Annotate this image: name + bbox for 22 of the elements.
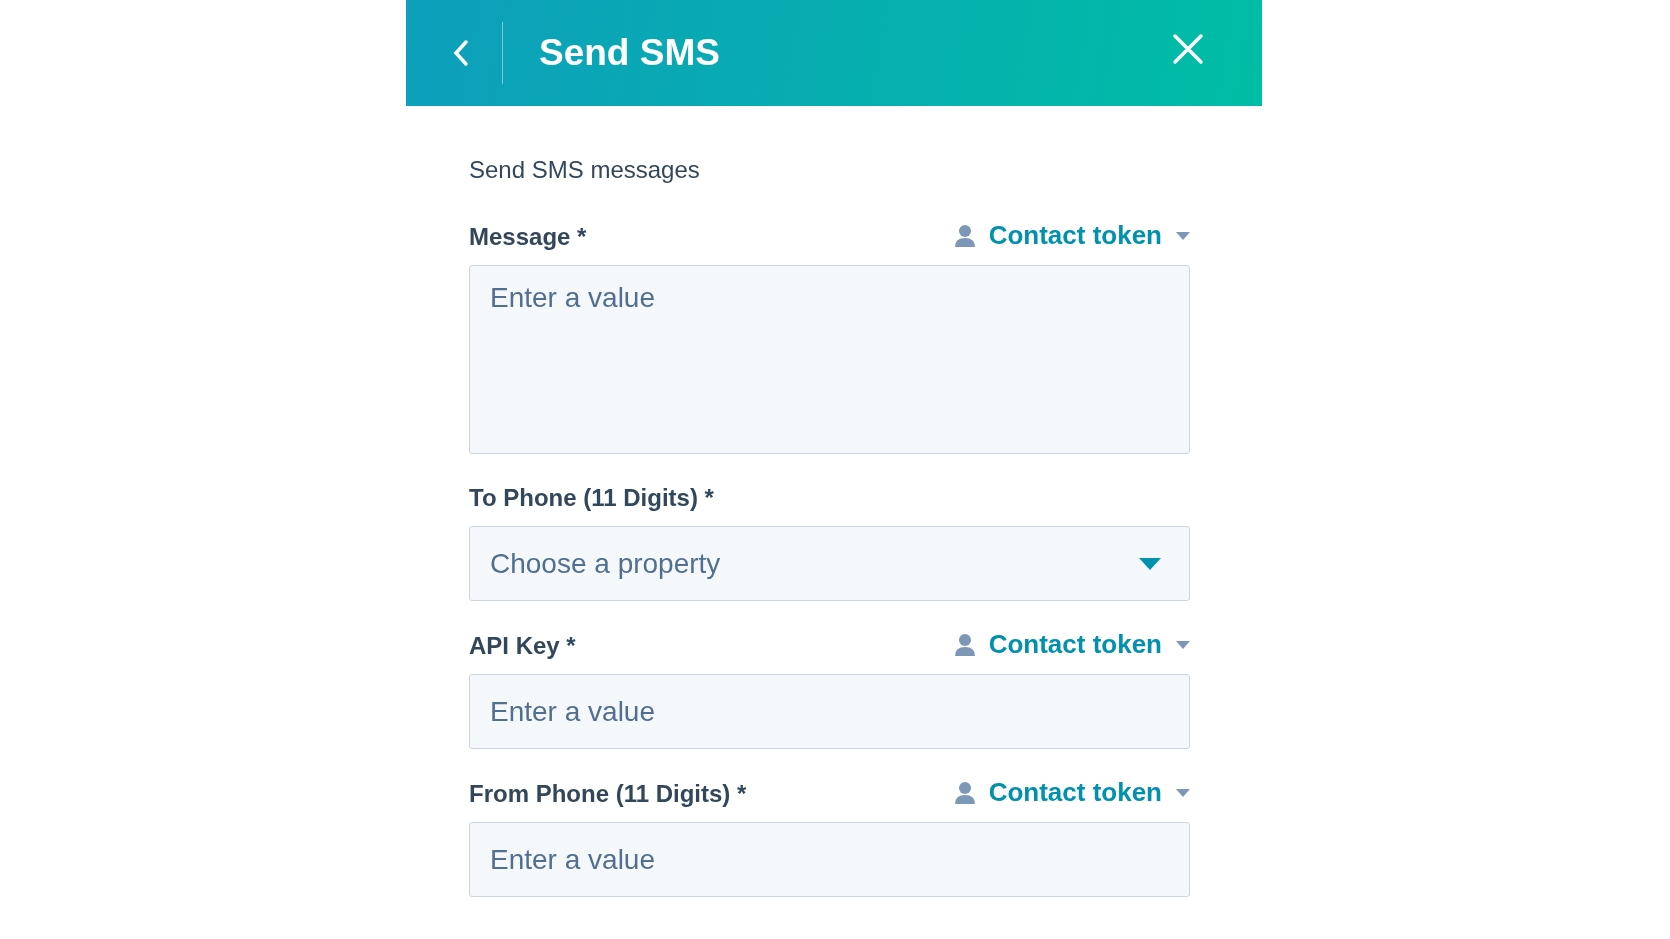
description-text: Send SMS messages — [469, 156, 701, 184]
input-field[interactable]: Enter a value — [469, 822, 1190, 897]
property-dropdown[interactable]: Choose a property — [469, 526, 1190, 601]
close-button[interactable] — [1172, 33, 1204, 65]
caret-icon — [1176, 640, 1190, 649]
person-icon — [954, 780, 975, 805]
close-icon — [1172, 33, 1204, 65]
field-label: From Phone (11 Digits) * — [469, 780, 747, 808]
field-label: API Key * — [469, 632, 576, 660]
contact-token-button[interactable]: Contact token — [954, 777, 1190, 808]
input-field[interactable]: Enter a value — [469, 674, 1190, 749]
contact-token-button[interactable]: Contact token — [954, 629, 1190, 660]
panel-title: Send SMS — [539, 32, 721, 74]
field-label: To Phone (11 Digits) * — [469, 484, 714, 512]
person-icon — [954, 223, 975, 248]
caret-icon — [1176, 231, 1190, 240]
person-icon — [954, 632, 975, 657]
message-field[interactable]: Enter a value — [469, 265, 1190, 454]
caret-icon — [1176, 788, 1190, 797]
field-label: Message * — [469, 223, 587, 251]
caret-icon — [1139, 557, 1161, 570]
contact-token-button[interactable]: Contact token — [954, 220, 1190, 251]
